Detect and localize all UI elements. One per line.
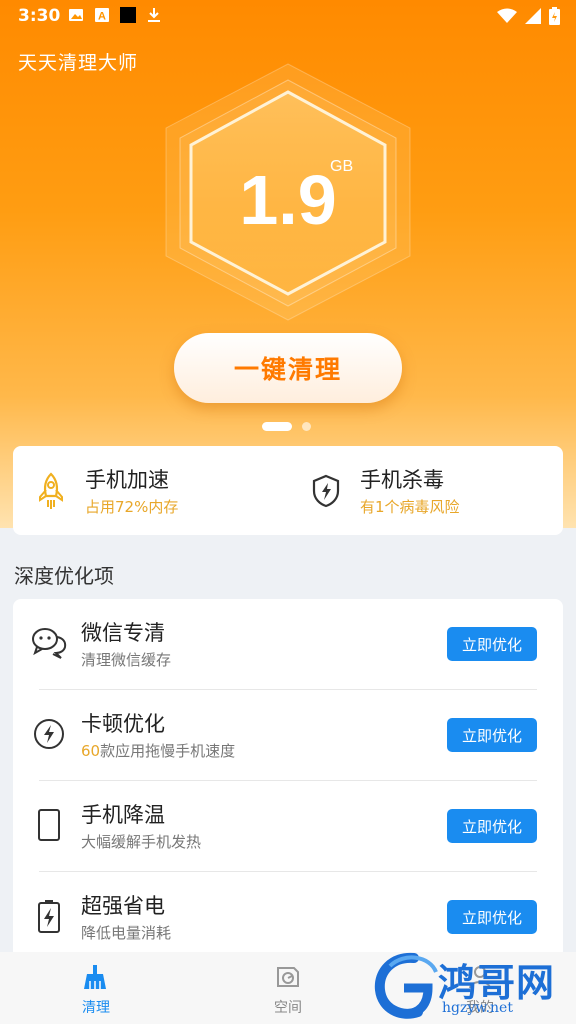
optimize-now-button[interactable]: 立即优化 bbox=[447, 627, 537, 661]
battery-icon bbox=[549, 7, 560, 25]
quick-action-title: 手机杀毒 bbox=[360, 468, 444, 492]
list-item-subtitle-text: 降低电量消耗 bbox=[81, 924, 172, 942]
carousel-dot-active[interactable] bbox=[262, 422, 292, 431]
nav-tab-space[interactable]: 空间 bbox=[192, 952, 384, 1024]
watermark-text: 鸿哥网 bbox=[438, 961, 556, 1005]
broom-icon bbox=[84, 965, 106, 989]
list-item-power-saving[interactable]: 超强省电 降低电量消耗 立即优化 bbox=[13, 872, 563, 959]
wechat-icon bbox=[32, 628, 67, 659]
list-item-cool-down[interactable]: 手机降温 大幅缓解手机发热 立即优化 bbox=[13, 781, 563, 872]
battery-bolt-icon bbox=[38, 900, 60, 933]
list-item-highlight: 60 bbox=[81, 742, 101, 760]
lightning-circle-icon bbox=[34, 719, 64, 749]
optimize-now-button[interactable]: 立即优化 bbox=[447, 718, 537, 752]
quick-action-speedup[interactable]: 手机加速 占用72%内存 bbox=[13, 446, 288, 535]
optimize-now-button[interactable]: 立即优化 bbox=[447, 809, 537, 843]
list-item-title: 超强省电 bbox=[81, 894, 165, 918]
quick-action-subtitle: 占用72%内存 bbox=[85, 498, 179, 516]
svg-text:A: A bbox=[98, 11, 106, 23]
storage-value: 1.9 bbox=[239, 161, 337, 239]
status-time: 3:30 bbox=[18, 6, 61, 26]
list-item-title: 微信专清 bbox=[81, 621, 165, 645]
list-item-subtitle-text: 款应用拖慢手机速度 bbox=[100, 742, 236, 760]
site-watermark: 鸿哥网 hgzyw.net bbox=[372, 950, 576, 1024]
signal-icon bbox=[525, 8, 541, 24]
quick-action-title: 手机加速 bbox=[85, 468, 169, 492]
list-item-subtitle: 大幅缓解手机发热 bbox=[81, 831, 201, 852]
quick-actions-card: 手机加速 占用72%内存 手机杀毒 有1个病毒风险 bbox=[13, 446, 563, 535]
wifi-icon bbox=[497, 8, 517, 23]
list-item-subtitle-text: 大幅缓解手机发热 bbox=[81, 833, 202, 851]
carousel-indicator bbox=[262, 422, 311, 431]
black-square-icon bbox=[120, 7, 136, 23]
optimize-list: 微信专清 清理微信缓存 立即优化 卡顿优化 60款应用拖慢手机速度 立即优化 手… bbox=[13, 599, 563, 959]
disk-icon bbox=[277, 967, 299, 987]
list-item-title: 卡顿优化 bbox=[81, 712, 165, 736]
phone-outline-icon bbox=[38, 809, 60, 841]
watermark-logo-icon bbox=[374, 952, 438, 1019]
list-item-subtitle: 清理微信缓存 bbox=[81, 649, 171, 670]
status-bar: 3:30 A bbox=[0, 0, 576, 34]
list-item-subtitle: 降低电量消耗 bbox=[81, 922, 171, 943]
storage-unit: GB bbox=[330, 158, 354, 175]
quick-action-subtitle: 有1个病毒风险 bbox=[360, 498, 460, 516]
text-a-icon: A bbox=[95, 8, 109, 23]
one-click-clean-button[interactable]: 一键清理 bbox=[174, 333, 402, 403]
list-item-wechat-clean[interactable]: 微信专清 清理微信缓存 立即优化 bbox=[13, 599, 563, 690]
watermark-url: hgzyw.net bbox=[442, 1000, 513, 1016]
quick-action-antivirus[interactable]: 手机杀毒 有1个病毒风险 bbox=[288, 446, 563, 535]
status-system-icons bbox=[497, 7, 560, 25]
list-item-title: 手机降温 bbox=[81, 803, 165, 827]
image-icon bbox=[69, 9, 83, 21]
nav-label: 空间 bbox=[274, 1000, 302, 1016]
shield-bolt-icon bbox=[312, 474, 340, 508]
section-title: 深度优化项 bbox=[14, 564, 114, 588]
nav-tab-clean[interactable]: 清理 bbox=[0, 952, 192, 1024]
optimize-now-button[interactable]: 立即优化 bbox=[447, 900, 537, 934]
list-item-subtitle: 60款应用拖慢手机速度 bbox=[81, 740, 235, 761]
list-item-subtitle-text: 清理微信缓存 bbox=[81, 651, 172, 669]
download-icon bbox=[148, 8, 160, 22]
status-notification-icons: A bbox=[68, 7, 162, 23]
carousel-dot[interactable] bbox=[302, 422, 311, 431]
list-item-lag-optimize[interactable]: 卡顿优化 60款应用拖慢手机速度 立即优化 bbox=[13, 690, 563, 781]
app-title: 天天清理大师 bbox=[18, 52, 139, 74]
nav-label: 清理 bbox=[82, 1000, 110, 1016]
rocket-icon bbox=[39, 472, 63, 509]
